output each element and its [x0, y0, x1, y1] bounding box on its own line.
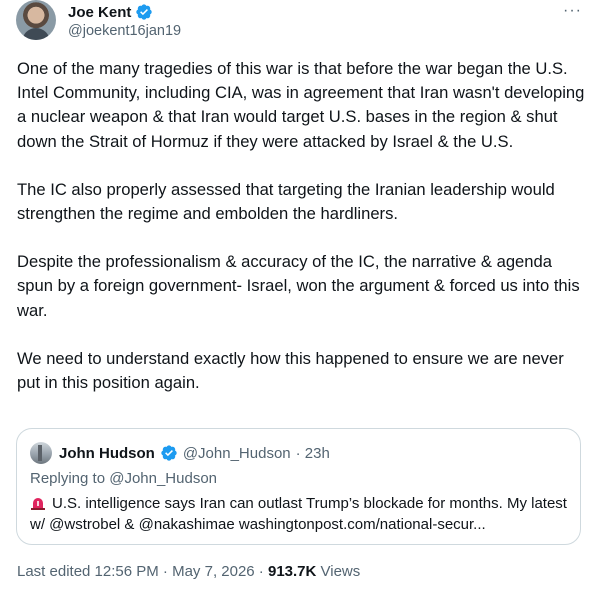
quoted-timestamp: · 23h	[295, 444, 330, 462]
siren-icon	[31, 498, 45, 510]
views-label: Views	[316, 563, 361, 580]
quoted-author-avatar	[30, 442, 52, 464]
verified-badge-icon	[161, 445, 177, 461]
tweet-paragraph: The IC also properly assessed that targe…	[17, 179, 555, 224]
verified-badge-icon	[136, 4, 153, 20]
author-handle[interactable]: @joekent16jan19	[68, 23, 181, 39]
quoted-tweet-card[interactable]: John Hudson @John_Hudson · 23h Replying …	[16, 428, 581, 545]
quoted-author-name: John Hudson	[59, 444, 155, 462]
quoted-author-row: John Hudson @John_Hudson · 23h	[30, 442, 330, 464]
last-edited-timestamp[interactable]: Last edited 12:56 PM · May 7, 2026 ·	[17, 563, 268, 580]
tweet-text: One of the many tragedies of this war is…	[17, 57, 587, 419]
quoted-tweet-text: U.S. intelligence says Iran can outlast …	[30, 493, 575, 535]
quoted-author-handle: @John_Hudson	[182, 444, 291, 462]
tweet-meta: Last edited 12:56 PM · May 7, 2026 · 913…	[17, 563, 360, 580]
author-avatar[interactable]	[16, 0, 56, 40]
quoted-replying-to: Replying to @John_Hudson	[30, 470, 218, 487]
quoted-text-content: U.S. intelligence says Iran can outlast …	[30, 495, 567, 533]
tweet-paragraph: One of the many tragedies of this war is…	[17, 59, 585, 151]
author-info: Joe Kent	[68, 2, 153, 22]
tweet-paragraph: Despite the professionalism & accuracy o…	[17, 252, 580, 320]
more-options-icon[interactable]: ···	[563, 2, 582, 20]
views-count: 913.7K	[267, 563, 317, 580]
tweet-paragraph: We need to understand exactly how this h…	[17, 348, 564, 393]
author-name[interactable]: Joe Kent	[68, 4, 131, 21]
